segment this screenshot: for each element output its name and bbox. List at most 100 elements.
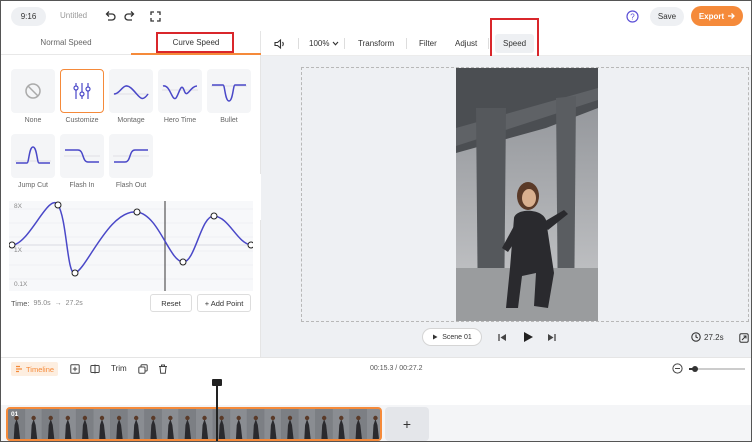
export-button[interactable]: Export (691, 6, 743, 26)
svg-text:?: ? (630, 12, 635, 21)
time-from: 95.0s (33, 300, 51, 307)
timeline-toolbar: Timeline Trim 00:15.3 / 00:27.2 (1, 357, 751, 379)
add-media-icon[interactable] (69, 363, 81, 375)
volume-icon[interactable] (274, 31, 286, 56)
skip-back-icon[interactable] (497, 332, 507, 342)
playhead-handle[interactable] (212, 379, 222, 386)
clip-thumbnail-frame (349, 409, 367, 439)
preset-label: None (24, 117, 42, 124)
preset-label: Flash In (69, 182, 95, 189)
trash-icon[interactable] (157, 363, 169, 375)
clip-thumbnail-frame (332, 409, 350, 439)
trim-button[interactable]: Trim (111, 364, 127, 373)
clip-thumbnail-frame (127, 409, 145, 439)
clip-thumbnail-frame (281, 409, 299, 439)
zoom-slider-knob[interactable] (691, 366, 698, 372)
montage-curve-icon (113, 85, 149, 100)
timeline-icon (16, 365, 22, 373)
clip-thumbnail-frame (366, 409, 380, 439)
tab-normal-speed[interactable]: Normal Speed (1, 31, 131, 55)
chevron-down-icon (333, 41, 339, 46)
preset-flash-out[interactable]: Flash Out (109, 134, 153, 189)
jump-cut-curve-icon (15, 146, 51, 164)
toolbar-divider (298, 38, 299, 49)
app-window: 9:16 Untitled ? Save Export Normal Speed… (0, 0, 752, 442)
none-icon (25, 83, 41, 99)
video-preview[interactable] (456, 68, 598, 321)
preset-thumb (207, 69, 251, 113)
preset-jump-cut[interactable]: Jump Cut (11, 134, 55, 189)
preset-hero-time[interactable]: Hero Time (158, 69, 202, 124)
fullscreen-icon[interactable] (147, 8, 163, 24)
video-frame-image (456, 68, 598, 321)
undo-icon[interactable] (102, 8, 118, 24)
time-to: 27.2s (65, 300, 83, 307)
split-icon[interactable] (89, 363, 101, 375)
tab-curve-speed[interactable]: Curve Speed (131, 31, 261, 55)
skip-forward-icon[interactable] (546, 332, 556, 342)
top-bar: 9:16 Untitled ? Save Export (1, 1, 751, 31)
timeline-toggle[interactable]: Timeline (11, 362, 59, 376)
preset-flash-in[interactable]: Flash In (60, 134, 104, 189)
flash-in-curve-icon (64, 149, 100, 163)
speed-panel: Normal Speed Curve Speed None Customize (1, 31, 261, 357)
preset-label: Flash Out (115, 182, 147, 189)
clip-thumbnail-frame (298, 409, 316, 439)
clip-number: 01 (11, 411, 19, 418)
toolbar-divider (344, 38, 345, 49)
preset-label: Hero Time (163, 117, 197, 124)
clip-thumbnail-frame (59, 409, 76, 439)
timeline-ruler[interactable] (1, 379, 751, 405)
preset-none[interactable]: None (11, 69, 55, 124)
scene-selector-button[interactable]: Scene 01 (422, 328, 482, 346)
preview-area: Scene 01 27.2s (261, 56, 751, 357)
duration-value: 27.2s (704, 332, 724, 342)
preset-thumb (11, 134, 55, 178)
flash-out-curve-icon (113, 149, 149, 163)
preset-thumb (109, 134, 153, 178)
preset-label: Jump Cut (18, 182, 48, 189)
clip-thumbnail-frame (93, 409, 111, 439)
axis-label-0-1x: 0.1X (14, 281, 28, 288)
clip-thumbnail-frame (247, 409, 264, 439)
time-row: Time: 95.0s → 27.2s (11, 299, 83, 308)
save-button[interactable]: Save (650, 7, 684, 26)
clip-thumbnail-frame (230, 409, 247, 439)
preset-customize[interactable]: Customize (60, 69, 104, 124)
help-icon[interactable]: ? (624, 8, 640, 24)
add-clip-button[interactable]: + (385, 407, 429, 441)
preset-bullet[interactable]: Bullet (207, 69, 251, 124)
reset-button[interactable]: Reset (150, 294, 192, 312)
redo-icon[interactable] (122, 8, 138, 24)
adjust-button[interactable]: Adjust (455, 31, 477, 56)
duplicate-icon[interactable] (137, 363, 149, 375)
toolbar-divider (488, 38, 489, 49)
preset-montage[interactable]: Montage (109, 69, 153, 124)
arrow-right-icon (728, 13, 736, 19)
add-point-button[interactable]: + Add Point (197, 294, 251, 312)
fullscreen-preview-icon[interactable] (738, 332, 749, 343)
zoom-out-icon[interactable] (672, 363, 683, 374)
speed-curve-editor[interactable]: 8X 1X 0.1X (9, 201, 253, 291)
playhead[interactable] (216, 379, 218, 441)
filter-button[interactable]: Filter (419, 31, 437, 56)
timeline-zoom-slider[interactable] (689, 366, 745, 372)
zoom-select[interactable]: 100% (309, 31, 339, 56)
aspect-ratio-button[interactable]: 9:16 (11, 7, 46, 26)
zoom-value: 100% (309, 39, 330, 48)
preset-thumb (158, 69, 202, 113)
clock-icon (691, 332, 701, 342)
play-button[interactable] (521, 330, 535, 344)
play-small-icon (433, 334, 438, 340)
document-title[interactable]: Untitled (60, 11, 87, 20)
preset-label: Bullet (220, 117, 238, 124)
play-icon (524, 332, 533, 342)
preset-thumb (11, 69, 55, 113)
time-label: Time: (11, 299, 30, 308)
speed-curve-graph (9, 201, 253, 291)
speed-button[interactable]: Speed (495, 34, 535, 53)
transform-button[interactable]: Transform (358, 31, 394, 56)
video-clip[interactable]: 01 (6, 407, 382, 441)
clip-thumbnail-frame (264, 409, 281, 439)
preset-label: Customize (65, 117, 99, 124)
